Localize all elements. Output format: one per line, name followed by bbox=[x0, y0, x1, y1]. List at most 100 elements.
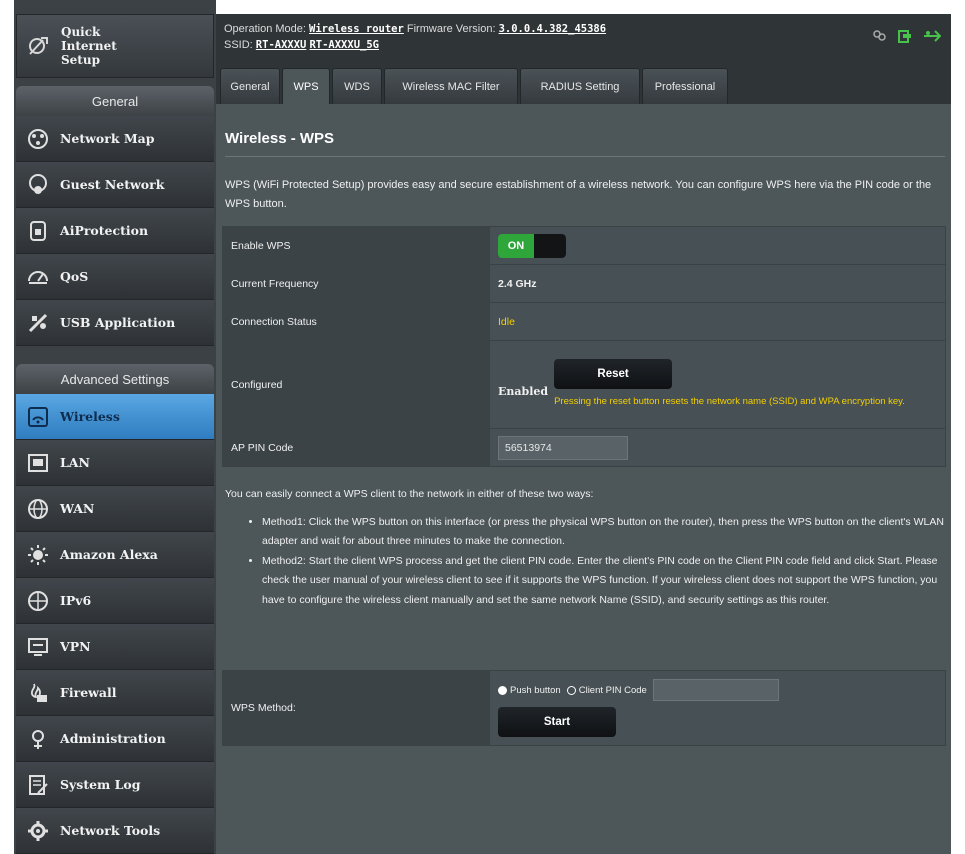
sidebar-item-label: Network Map bbox=[60, 131, 155, 146]
wps-method-label: WPS Method: bbox=[222, 670, 490, 746]
gauge-icon bbox=[25, 264, 51, 290]
sidebar-item-firewall[interactable]: Firewall bbox=[16, 670, 214, 716]
sidebar-item-aiprotection[interactable]: AiProtection bbox=[16, 208, 214, 254]
sidebar-item-label: Amazon Alexa bbox=[60, 547, 158, 562]
table-row: WPS Method: Push button Client PIN Code … bbox=[222, 670, 946, 746]
wps-methods-help: You can easily connect a WPS client to t… bbox=[225, 485, 947, 610]
sidebar-item-wireless[interactable]: Wireless bbox=[16, 394, 214, 440]
alexa-icon bbox=[25, 542, 51, 568]
tab-wps[interactable]: WPS bbox=[282, 68, 330, 104]
sidebar-item-label: Network Tools bbox=[60, 823, 161, 838]
tab-radius-setting[interactable]: RADIUS Setting bbox=[520, 68, 640, 104]
usb-app-icon bbox=[25, 310, 51, 336]
enable-wps-toggle[interactable]: ON bbox=[498, 233, 566, 258]
sidebar-item-label: Guest Network bbox=[60, 177, 165, 192]
connection-status-value: Idle bbox=[489, 302, 946, 341]
sidebar-item-label: WAN bbox=[60, 501, 95, 516]
reset-button[interactable]: Reset bbox=[554, 359, 673, 389]
general-section-header: General bbox=[16, 86, 214, 116]
quick-setup-icon bbox=[26, 33, 52, 59]
system-log-icon bbox=[25, 772, 51, 798]
sidebar-item-network-map[interactable]: Network Map bbox=[16, 116, 214, 162]
sidebar-item-label: LAN bbox=[60, 455, 90, 470]
tab-wireless-mac-filter[interactable]: Wireless MAC Filter bbox=[384, 68, 518, 104]
firewall-icon bbox=[25, 680, 51, 706]
client-pin-input[interactable] bbox=[652, 679, 779, 701]
ssid-2g-link[interactable]: RT-AXXXU bbox=[256, 39, 307, 51]
sidebar: Quick Internet Setup General Network Map… bbox=[14, 0, 216, 854]
sidebar-item-system-log[interactable]: System Log bbox=[16, 762, 214, 808]
current-frequency-value: 2.4 GHz bbox=[489, 264, 946, 303]
connection-status-label: Connection Status bbox=[222, 302, 490, 341]
sidebar-item-label: QoS bbox=[60, 269, 89, 284]
sidebar-item-label: USB Application bbox=[60, 315, 176, 330]
intro-text: WPS (WiFi Protected Setup) provides easy… bbox=[225, 179, 932, 210]
network-icon[interactable] bbox=[923, 28, 942, 47]
method2-text: Method2: Start the client WPS process an… bbox=[262, 552, 947, 611]
quick-internet-setup-button[interactable]: Quick Internet Setup bbox=[16, 14, 214, 78]
sidebar-item-administration[interactable]: Administration bbox=[16, 716, 214, 762]
tab-bar: General WPS WDS Wireless MAC Filter RADI… bbox=[216, 64, 951, 104]
vpn-icon bbox=[25, 634, 51, 660]
sidebar-item-qos[interactable]: QoS bbox=[16, 254, 214, 300]
users-icon[interactable] bbox=[871, 28, 887, 47]
table-row: Enable WPS ON bbox=[222, 226, 946, 265]
quick-setup-label: Quick Internet Setup bbox=[61, 25, 117, 67]
client-pin-label: Client PIN Code bbox=[578, 684, 647, 696]
tab-professional[interactable]: Professional bbox=[642, 68, 728, 104]
sidebar-item-network-tools[interactable]: Network Tools bbox=[16, 808, 214, 854]
enable-wps-label: Enable WPS bbox=[222, 226, 490, 265]
sidebar-item-label: System Log bbox=[60, 777, 141, 792]
sidebar-item-wan[interactable]: WAN bbox=[16, 486, 214, 532]
sidebar-item-ipv6[interactable]: IPv6 bbox=[16, 578, 214, 624]
sidebar-item-usb-application[interactable]: USB Application bbox=[16, 300, 214, 346]
advanced-section-header: Advanced Settings bbox=[16, 364, 214, 394]
current-frequency-label: Current Frequency bbox=[222, 264, 490, 303]
ap-pin-code-field[interactable]: 56513974 bbox=[498, 435, 628, 460]
sidebar-item-amazon-alexa[interactable]: Amazon Alexa bbox=[16, 532, 214, 578]
methods-list: Method1: Click the WPS button on this in… bbox=[225, 513, 947, 611]
guest-network-icon bbox=[25, 172, 51, 198]
tab-general[interactable]: General bbox=[220, 68, 280, 104]
configured-value: Enabled bbox=[498, 385, 549, 398]
tab-wds[interactable]: WDS bbox=[332, 68, 382, 104]
client-pin-radio[interactable] bbox=[566, 685, 576, 695]
ssid-line: SSID: RT-AXXXU RT-AXXXU_5G bbox=[224, 39, 379, 51]
push-button-radio[interactable] bbox=[498, 685, 507, 695]
sidebar-item-guest-network[interactable]: Guest Network bbox=[16, 162, 214, 208]
table-row: AP PIN Code 56513974 bbox=[222, 428, 946, 467]
ap-pin-code-label: AP PIN Code bbox=[222, 428, 490, 467]
reset-note: Pressing the reset button resets the net… bbox=[554, 396, 905, 407]
wps-method-table: WPS Method: Push button Client PIN Code … bbox=[222, 670, 946, 746]
sidebar-item-lan[interactable]: LAN bbox=[16, 440, 214, 486]
network-map-icon bbox=[25, 126, 51, 152]
page-title: Wireless - WPS bbox=[225, 130, 335, 147]
toggle-on-label: ON bbox=[498, 233, 534, 258]
wifi-icon bbox=[25, 404, 51, 430]
ssid-5g-link[interactable]: RT-AXXXU_5G bbox=[309, 39, 379, 51]
start-button[interactable]: Start bbox=[498, 707, 616, 737]
usb-icon[interactable] bbox=[897, 28, 913, 47]
sidebar-item-label: AiProtection bbox=[60, 223, 149, 238]
operation-mode-link[interactable]: Wireless router bbox=[309, 23, 404, 35]
firmware-link[interactable]: 3.0.0.4.382_45386 bbox=[499, 23, 606, 35]
admin-icon bbox=[25, 726, 51, 752]
status-icons bbox=[871, 28, 942, 47]
firmware-label: Firmware Version: bbox=[406, 23, 496, 35]
push-button-label: Push button bbox=[510, 684, 561, 696]
ipv6-globe-icon bbox=[25, 588, 51, 614]
table-row: Configured Enabled Reset Pressing the re… bbox=[222, 340, 946, 429]
table-row: Connection Status Idle bbox=[222, 302, 946, 341]
title-divider bbox=[225, 156, 945, 157]
wps-settings-table: Enable WPS ON Current Frequency 2.4 GHz … bbox=[222, 226, 946, 467]
top-status-bar: Operation Mode: Wireless router Firmware… bbox=[216, 14, 951, 64]
ssid-label: SSID: bbox=[224, 39, 253, 51]
method1-text: Method1: Click the WPS button on this in… bbox=[262, 513, 947, 552]
sidebar-item-label: Firewall bbox=[60, 685, 117, 700]
lan-icon bbox=[25, 450, 51, 476]
sidebar-item-vpn[interactable]: VPN bbox=[16, 624, 214, 670]
sidebar-item-label: Wireless bbox=[60, 409, 120, 424]
configured-label: Configured bbox=[222, 340, 490, 429]
operation-mode-label: Operation Mode: bbox=[224, 23, 306, 35]
lock-icon bbox=[25, 218, 51, 244]
